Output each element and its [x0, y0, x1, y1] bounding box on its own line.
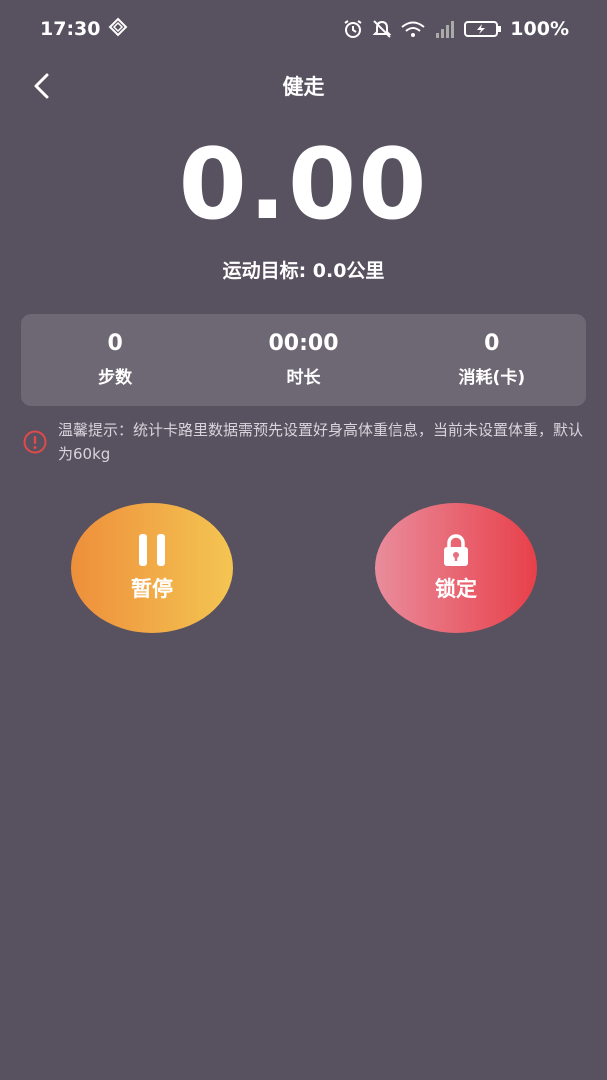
- stat-duration: 00:00 时长: [209, 314, 397, 406]
- status-bar: 17:30 100%: [0, 0, 607, 58]
- wifi-icon: [400, 19, 426, 39]
- stat-value: 0: [484, 331, 500, 356]
- stat-steps: 0 步数: [21, 314, 209, 406]
- lock-button[interactable]: 锁定: [375, 503, 537, 633]
- pause-button-label: 暂停: [131, 577, 173, 601]
- status-time: 17:30: [40, 18, 101, 40]
- page-title: 健走: [282, 75, 325, 99]
- chevron-left-icon: [34, 73, 49, 99]
- goal-text: 运动目标: 0.0公里: [222, 260, 385, 282]
- stats-card: 0 步数 00:00 时长 0 消耗(卡): [21, 314, 586, 406]
- battery-percent: 100%: [510, 18, 569, 40]
- tip-text: 温馨提示：统计卡路里数据需预先设置好身高体重信息，当前未设置体重，默认为60kg: [58, 421, 584, 463]
- pause-button[interactable]: 暂停: [71, 503, 233, 633]
- battery-icon: [464, 19, 502, 39]
- status-right: 100%: [342, 18, 569, 40]
- alert-circle-icon: [23, 430, 47, 454]
- weight-tip: 温馨提示：统计卡路里数据需预先设置好身高体重信息，当前未设置体重，默认为60kg: [22, 418, 592, 466]
- lock-icon: [444, 534, 468, 566]
- stat-value: 00:00: [268, 331, 339, 356]
- signal-icon: [434, 19, 456, 39]
- stat-label: 消耗(卡): [458, 368, 526, 388]
- vpn-icon: [108, 17, 128, 42]
- alarm-icon: [342, 19, 364, 39]
- stat-label: 时长: [286, 368, 321, 388]
- status-left: 17:30: [40, 17, 128, 42]
- back-button[interactable]: [22, 66, 62, 106]
- stat-label: 步数: [98, 368, 133, 388]
- nav-bar: 健走: [0, 60, 607, 112]
- mute-icon: [372, 19, 392, 39]
- lock-button-label: 锁定: [435, 577, 477, 601]
- pause-icon: [139, 534, 165, 566]
- distance-value: 0.00: [178, 128, 429, 242]
- stat-calories: 0 消耗(卡): [398, 314, 586, 406]
- stat-value: 0: [107, 331, 123, 356]
